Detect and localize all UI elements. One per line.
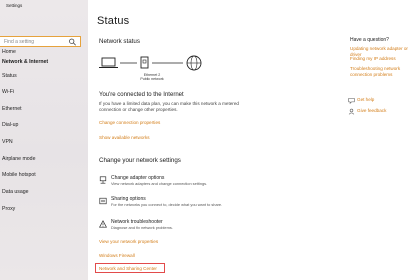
- nav-item-wifi[interactable]: Wi-Fi: [0, 87, 86, 98]
- nav-item-mobile-hotspot[interactable]: Mobile hotspot: [0, 170, 86, 181]
- sharing-icon: [99, 197, 107, 205]
- nav-section-network-internet: Network & Internet: [2, 59, 49, 65]
- sharing-options[interactable]: Sharing options For the networks you con…: [99, 196, 269, 214]
- sharing-options-desc: For the networks you connect to, decide …: [111, 202, 223, 207]
- help-icon: [348, 98, 355, 104]
- change-adapter-options-desc: View network adapters and change connect…: [111, 181, 208, 186]
- change-connection-properties-link[interactable]: Change connection properties: [99, 120, 160, 125]
- navigation-pane: Settings Find a setting Home Network & I…: [0, 0, 88, 280]
- windows-firewall-link[interactable]: Windows Firewall: [99, 253, 135, 258]
- adapter-label: Ethernet 2 Public network: [139, 73, 165, 82]
- change-settings-heading: Change your network settings: [99, 157, 181, 164]
- nav-item-vpn[interactable]: VPN: [0, 137, 86, 148]
- search-placeholder: Find a setting: [4, 39, 35, 45]
- adapter-options-icon: [99, 176, 107, 184]
- connection-status-title: You're connected to the Internet: [99, 92, 184, 98]
- page-title: Status: [97, 15, 130, 27]
- view-network-properties-link[interactable]: View your network properties: [99, 239, 158, 244]
- nav-item-airplane-mode[interactable]: Airplane mode: [0, 154, 86, 165]
- connection-status-description: If you have a limited data plan, you can…: [99, 101, 239, 112]
- nav-item-data-usage[interactable]: Data usage: [0, 187, 86, 198]
- window-title: Settings: [6, 3, 23, 8]
- search-input[interactable]: Find a setting: [0, 36, 81, 47]
- give-feedback-link[interactable]: Give feedback: [357, 108, 386, 114]
- change-adapter-options[interactable]: Change adapter options View network adap…: [99, 175, 269, 193]
- get-help-link[interactable]: Get help: [357, 97, 374, 103]
- show-available-networks-link[interactable]: Show available networks: [99, 135, 150, 140]
- adapter-network-type: Public network: [140, 77, 164, 82]
- nav-item-proxy[interactable]: Proxy: [0, 204, 86, 215]
- feedback-icon: [348, 108, 355, 115]
- warning-icon: [99, 220, 107, 228]
- globe-icon: [186, 55, 202, 71]
- computer-icon: [99, 57, 118, 68]
- network-sharing-center-link[interactable]: Network and Sharing Center: [99, 266, 157, 271]
- nav-item-dial-up[interactable]: Dial-up: [0, 120, 86, 131]
- network-sharing-center-highlight: Network and Sharing Center: [95, 263, 165, 273]
- network-troubleshooter-desc: Diagnose and fix network problems.: [111, 225, 173, 230]
- network-status-heading: Network status: [99, 38, 140, 45]
- network-troubleshooter[interactable]: Network troubleshooter Diagnose and fix …: [99, 219, 269, 237]
- ethernet-icon: [140, 56, 149, 69]
- help-link-troubleshooting[interactable]: Troubleshooting network connection probl…: [350, 66, 416, 78]
- help-link-find-ip[interactable]: Finding my IP address: [350, 56, 396, 62]
- search-icon[interactable]: [68, 38, 77, 46]
- network-diagram: [99, 55, 202, 71]
- help-heading: Have a question?: [350, 37, 389, 43]
- nav-item-status[interactable]: Status: [0, 71, 86, 82]
- nav-item-ethernet[interactable]: Ethernet: [0, 104, 86, 115]
